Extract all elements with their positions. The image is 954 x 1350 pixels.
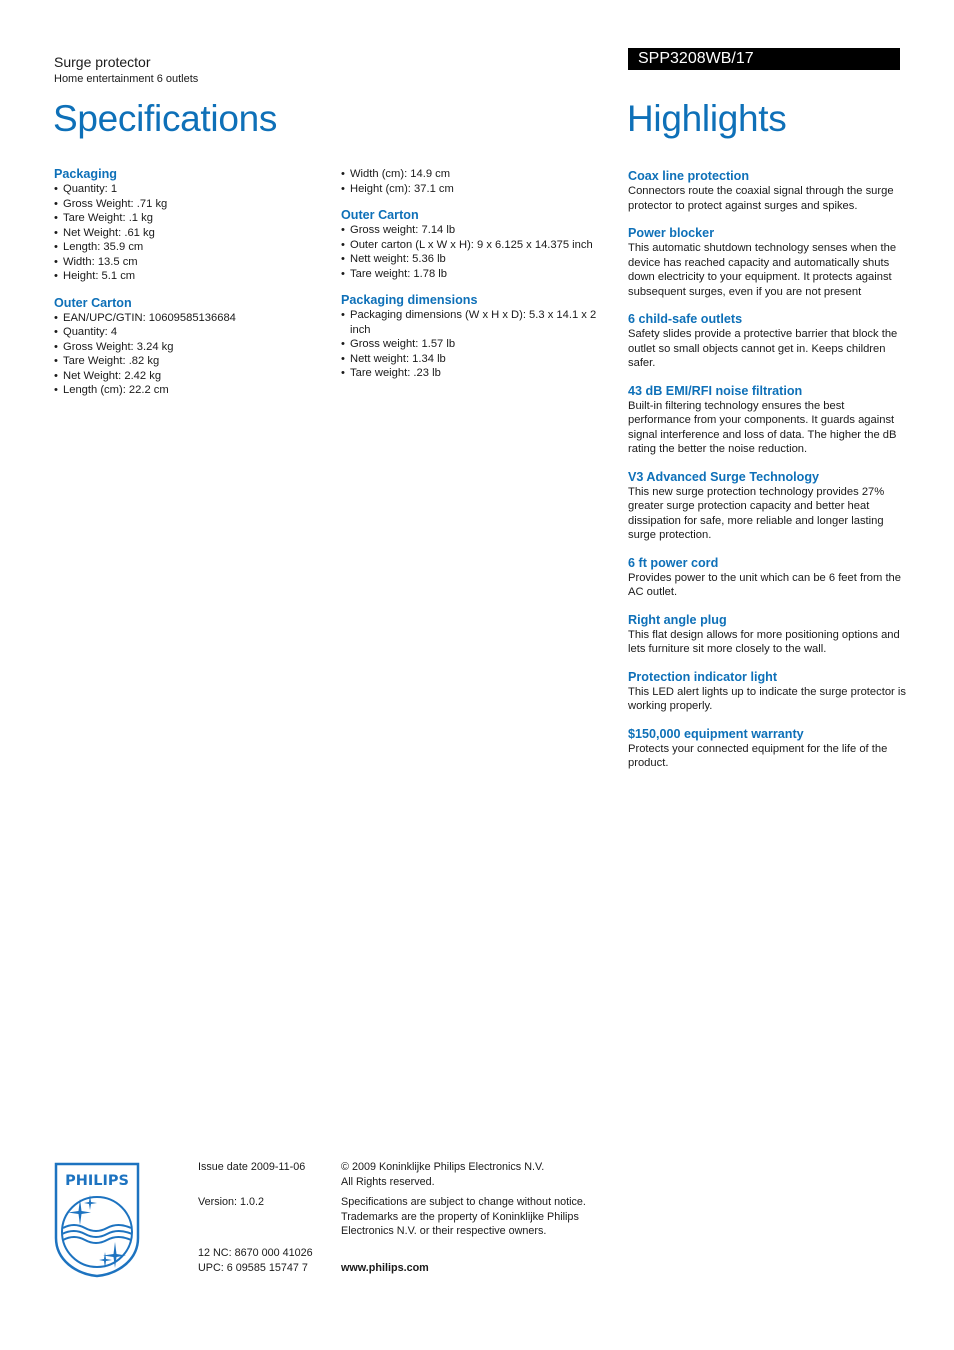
spec-section-heading: Packaging dimensions [341,293,478,307]
model-number-bar: SPP3208WB/17 [628,48,900,70]
spec-item: Gross Weight: .71 kg [54,197,324,212]
spec-item: Height (cm): 37.1 cm [341,182,611,197]
product-name: Surge protector [54,54,151,70]
upc-code: UPC: 6 09585 15747 7 [198,1262,308,1274]
spec-list: Width (cm): 14.9 cmHeight (cm): 37.1 cm [341,167,611,196]
spec-item: Width: 13.5 cm [54,255,324,270]
highlight-item: Coax line protection Connectors route the… [628,169,906,213]
spec-item: Packaging dimensions (W x H x D): 5.3 x … [341,308,611,337]
spec-item: Quantity: 4 [54,325,324,340]
philips-shield-logo: PHILIPS [54,1162,140,1278]
highlight-item: Power blocker This automatic shutdown tec… [628,226,906,299]
product-subtitle: Home entertainment 6 outlets [54,73,199,85]
issue-date: Issue date 2009-11-06 [198,1161,306,1173]
logo-wordmark: PHILIPS [65,1173,129,1189]
spec-item: Gross Weight: 3.24 kg [54,340,324,355]
spec-item: Gross weight: 7.14 lb [341,223,611,238]
highlight-heading: Coax line protection [628,169,750,183]
highlight-text: Protects your connected equipment for th… [628,742,888,770]
highlight-text: This flat design allows for more positio… [628,628,900,656]
highlight-heading: Right angle plug [628,612,727,627]
version: Version: 1.0.2 [198,1196,265,1208]
highlight-heading: Protection indicator light [628,669,778,684]
spec-section-heading: Outer Carton [341,208,419,222]
spec-section-heading: Outer Carton [54,295,132,310]
highlight-text: Provides power to the unit which can be … [628,571,902,599]
highlight-item: $150,000 equipment warranty Protects your… [628,727,906,771]
highlights-title: Highlights [627,98,787,139]
spec-item: Height: 5.1 cm [54,269,324,284]
highlight-text: This automatic shutdown technology sense… [628,242,897,298]
highlight-text: Built-in filtering technology ensures th… [628,399,897,456]
spec-item: Net Weight: .61 kg [54,226,324,241]
spec-item: Nett weight: 5.36 lb [341,252,611,267]
highlight-item: 43 dB EMI/RFI noise filtration Built-in f… [628,384,906,457]
spec-item: Tare Weight: .1 kg [54,211,324,226]
highlight-heading: V3 Advanced Surge Technology [628,469,820,484]
specifications-title: Specifications [53,98,278,139]
highlight-item: 6 child-safe outlets Safety slides provid… [628,312,906,371]
spec-item: Tare Weight: .82 kg [54,354,324,369]
philips-logo-icon: PHILIPS [54,1162,140,1278]
highlight-item: Right angle plug This flat design allows … [628,613,906,657]
spec-item: Tare weight: .23 lb [341,366,611,381]
highlight-heading: $150,000 equipment warranty [628,726,804,741]
highlight-heading: 6 child-safe outlets [628,312,743,326]
spec-section-heading: Packaging [54,167,117,181]
highlight-text: This LED alert lights up to indicate the… [628,685,906,713]
website-link[interactable]: www.philips.com [341,1261,429,1276]
spec-list: Quantity: 1Gross Weight: .71 kgTare Weig… [54,182,324,284]
disclaimer: Specifications are subject to change wit… [341,1196,586,1237]
spec-list: Packaging dimensions (W x H x D): 5.3 x … [341,308,611,381]
spec-item: Quantity: 1 [54,182,324,197]
highlight-heading: Power blocker [628,226,715,240]
spec-list: Gross weight: 7.14 lbOuter carton (L x W… [341,223,611,281]
spec-item: Nett weight: 1.34 lb [341,352,611,367]
spec-item: Outer carton (L x W x H): 9 x 6.125 x 14… [341,238,611,253]
spec-item: Width (cm): 14.9 cm [341,167,611,182]
highlight-item: Protection indicator light This LED alert… [628,670,906,714]
spec-item: Length: 35.9 cm [54,240,324,255]
highlight-item: V3 Advanced Surge Technology This new sur… [628,470,906,543]
spec-item: Tare weight: 1.78 lb [341,267,611,282]
spec-item: Gross weight: 1.57 lb [341,337,611,352]
spec-item: Net Weight: 2.42 kg [54,369,324,384]
copyright: © 2009 Koninklijke Philips Electronics N… [341,1160,611,1189]
spec-list: EAN/UPC/GTIN: 10609585136684Quantity: 4G… [54,311,324,398]
highlight-item: 6 ft power cord Provides power to the uni… [628,556,906,600]
highlight-heading: 6 ft power cord [628,555,719,570]
copyright-line-1: © 2009 Koninklijke Philips Electronics N… [341,1161,545,1173]
highlight-text: This new surge protection technology pro… [628,485,885,542]
highlights-list: Coax line protection Connectors route the… [628,169,906,784]
highlight-text: Safety slides provide a protective barri… [628,328,898,369]
copyright-line-2: All Rights reserved. [341,1175,435,1188]
specifications-column-1: PackagingQuantity: 1Gross Weight: .71 kg… [54,167,324,410]
twelve-nc: 12 NC: 8670 000 41026 [198,1247,313,1259]
spec-item: Length (cm): 22.2 cm [54,383,324,398]
highlight-text: Connectors route the coaxial signal thro… [628,185,894,212]
highlight-heading: 43 dB EMI/RFI noise filtration [628,383,803,398]
specifications-column-2: Width (cm): 14.9 cmHeight (cm): 37.1 cm O… [341,167,611,393]
spec-item: EAN/UPC/GTIN: 10609585136684 [54,311,324,326]
